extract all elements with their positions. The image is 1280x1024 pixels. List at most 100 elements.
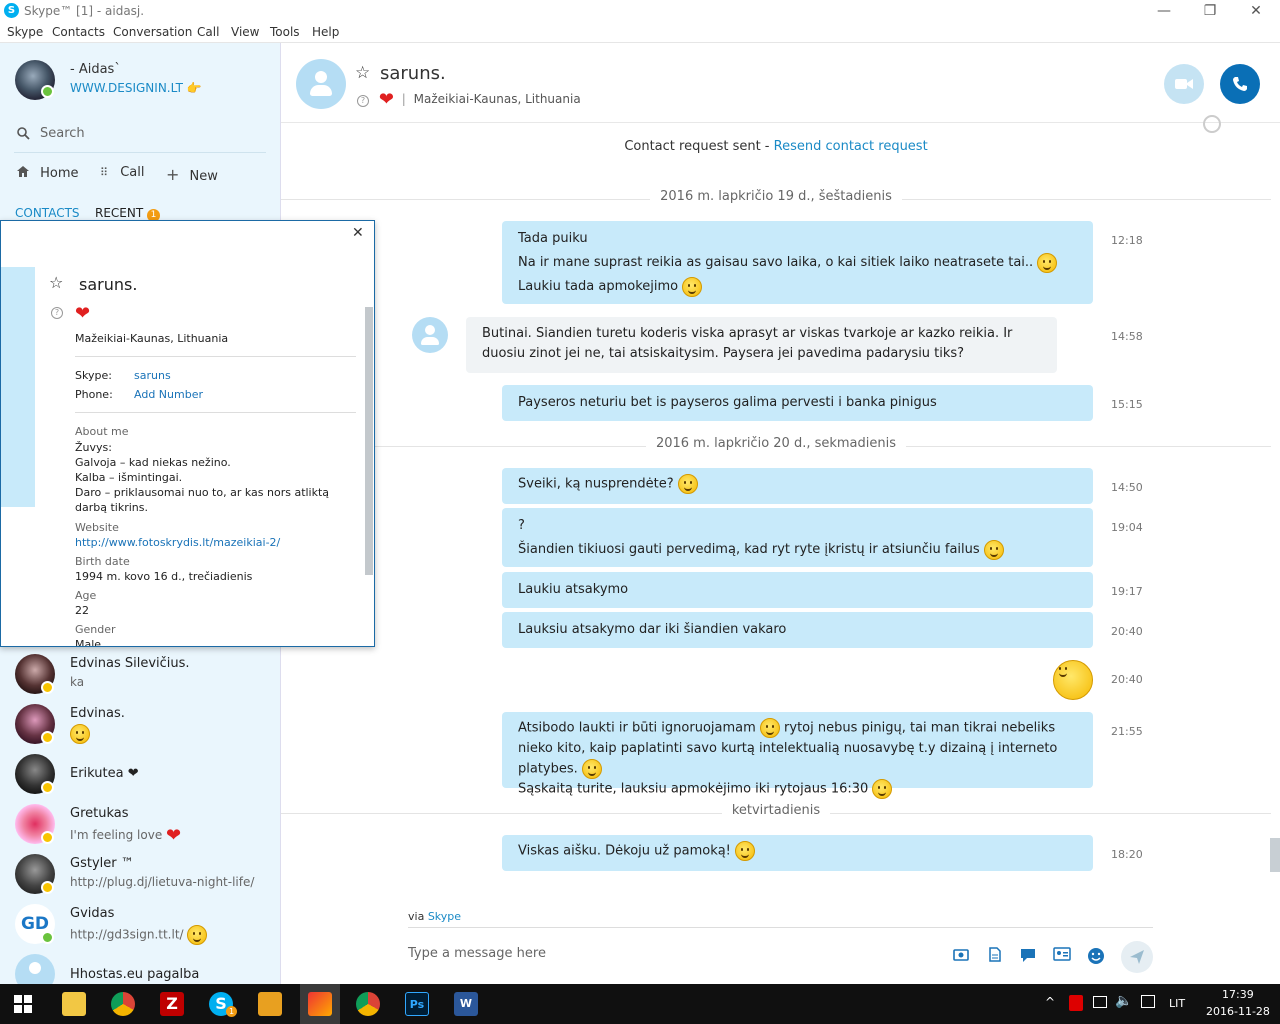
contact-item[interactable]: GD Gvidas http://gd3sign.tt.lt/: [0, 904, 280, 954]
phone-label: Phone:: [75, 388, 113, 401]
heart-icon: ❤: [166, 825, 182, 846]
menu-help[interactable]: Help: [312, 25, 339, 39]
add-number-link[interactable]: Add Number: [134, 388, 203, 401]
popup-scrollbar[interactable]: [365, 307, 373, 575]
antivirus-tray-icon[interactable]: [1069, 995, 1083, 1011]
message-bubble-outgoing[interactable]: Sveiki, ką nusprendėte?: [502, 468, 1093, 504]
contact-name: saruns.: [380, 63, 446, 84]
search-icon: [17, 127, 30, 140]
divider: [75, 412, 356, 413]
send-file-icon[interactable]: [986, 947, 1004, 963]
message-line: Na ir mane suprast reikia as gaisau savo…: [518, 251, 1077, 275]
message-bubble-outgoing[interactable]: Payseros neturiu bet is payseros galima …: [502, 385, 1093, 421]
contact-item[interactable]: Edvinas.: [0, 704, 280, 754]
phone-icon: [1233, 77, 1247, 91]
volume-icon[interactable]: 🔈: [1115, 993, 1132, 1009]
star-icon[interactable]: ☆: [49, 273, 63, 292]
away-status-icon: [41, 831, 54, 844]
menu-contacts[interactable]: Contacts: [52, 25, 105, 39]
my-mood[interactable]: WWW.DESIGNIN.LT 👉: [70, 81, 202, 95]
contact-item[interactable]: Edvinas Silevičius. ka: [0, 654, 280, 704]
tray-overflow-icon[interactable]: ^: [1045, 995, 1055, 1009]
message-bubble-outgoing[interactable]: Tada puiku Na ir mane suprast reikia as …: [502, 221, 1093, 304]
contact-name: Erikutea ❤: [70, 766, 139, 781]
via-skype-label: via Skype: [408, 910, 461, 923]
star-icon[interactable]: ☆: [355, 63, 370, 83]
language-indicator[interactable]: LIT: [1169, 997, 1185, 1010]
contact-item[interactable]: Gstyler ™ http://plug.dj/lietuva-night-l…: [0, 854, 280, 904]
help-icon[interactable]: ?: [51, 307, 63, 319]
menu-skype[interactable]: Skype: [7, 25, 43, 39]
divider: [75, 356, 356, 357]
date-separator-text: 2016 m. lapkričio 20 d., sekmadienis: [645, 436, 907, 451]
chrome-icon[interactable]: [111, 992, 135, 1016]
action-center-icon[interactable]: [1141, 995, 1155, 1008]
clock-date[interactable]: 2016-11-28: [1206, 1005, 1270, 1018]
resend-request-link[interactable]: Resend contact request: [774, 139, 928, 154]
message-line: Šiandien tikiuosi gauti pervedimą, kad r…: [518, 538, 1077, 562]
date-separator: ketvirtadienis: [281, 803, 1271, 823]
contact-item[interactable]: Gretukas I'm feeling love ❤: [0, 804, 280, 854]
close-popup-icon[interactable]: ✕: [352, 225, 364, 241]
via-skype-link[interactable]: Skype: [428, 910, 461, 923]
filezilla-icon[interactable]: Z: [160, 992, 184, 1016]
smiley-icon: [872, 779, 893, 799]
menu-call[interactable]: Call: [197, 25, 219, 39]
photoshop-icon[interactable]: Ps: [405, 992, 429, 1016]
message-input[interactable]: Type a message here: [408, 946, 546, 961]
send-button[interactable]: [1121, 941, 1153, 973]
nav-new-label: New: [189, 169, 218, 184]
about-label: About me: [75, 425, 129, 438]
help-icon[interactable]: ?: [357, 95, 369, 107]
smiley-icon: [187, 925, 208, 945]
contact-avatar[interactable]: [296, 59, 346, 109]
menu-conversation[interactable]: Conversation: [113, 25, 192, 39]
clock-time[interactable]: 17:39: [1222, 988, 1254, 1001]
smiley-icon: [70, 724, 90, 744]
media-player-icon[interactable]: [258, 992, 282, 1016]
contact-name: Gretukas: [70, 806, 129, 821]
tab-contacts[interactable]: CONTACTS: [15, 206, 80, 220]
website-link[interactable]: http://www.fotoskrydis.lt/mazeikiai-2/: [75, 536, 280, 549]
search-box[interactable]: Search: [14, 123, 266, 153]
away-status-icon: [41, 881, 54, 894]
separator: |: [401, 92, 406, 106]
date-separator: 2016 m. lapkričio 20 d., sekmadienis: [281, 436, 1271, 456]
nav-new[interactable]: + New: [166, 165, 218, 184]
about-line: Galvoja – kad niekas nežino.: [75, 456, 231, 469]
video-call-button[interactable]: [1164, 64, 1204, 104]
windows-start-icon[interactable]: [14, 995, 32, 1013]
message-bubble-outgoing[interactable]: Laukiu atsakymo: [502, 572, 1093, 608]
nav-home[interactable]: Home: [16, 165, 79, 181]
skype-name-value[interactable]: saruns: [134, 369, 171, 382]
message-bubble-outgoing[interactable]: Lauksiu atsakymo dar iki šiandien vakaro: [502, 612, 1093, 648]
contact-item[interactable]: Erikutea ❤: [0, 754, 280, 804]
close-window-button[interactable]: ✕: [1234, 1, 1278, 21]
menu-view[interactable]: View: [231, 25, 259, 39]
message-bubble-incoming[interactable]: Butinai. Siandien turetu koderis viska a…: [466, 317, 1057, 373]
profile-avatar-panel: [1, 267, 35, 507]
minimize-button[interactable]: —: [1142, 1, 1186, 21]
message-time: 12:18: [1111, 234, 1143, 247]
profile-name: saruns.: [79, 275, 138, 294]
message-bubble-outgoing[interactable]: ? Šiandien tikiuosi gauti pervedimą, kad…: [502, 508, 1093, 567]
send-photo-icon[interactable]: [952, 947, 970, 963]
scrollbar-thumb[interactable]: [1270, 838, 1280, 872]
file-explorer-icon[interactable]: [62, 992, 86, 1016]
restore-button[interactable]: ❐: [1188, 1, 1232, 21]
active-app-highlight[interactable]: [300, 984, 340, 1024]
chrome-icon[interactable]: [356, 992, 380, 1016]
globe-icon[interactable]: [1203, 115, 1221, 133]
video-message-icon[interactable]: [1019, 947, 1037, 963]
send-contacts-icon[interactable]: [1053, 947, 1071, 963]
message-bubble-outgoing[interactable]: Atsibodo laukti ir būti ignoruojamam ryt…: [502, 712, 1093, 799]
menu-tools[interactable]: Tools: [270, 25, 300, 39]
network-icon[interactable]: [1093, 996, 1107, 1008]
audio-call-button[interactable]: [1220, 64, 1260, 104]
my-name[interactable]: - Aidas`: [70, 62, 121, 77]
nav-call[interactable]: ⠿ Call: [100, 165, 144, 180]
message-bubble-outgoing[interactable]: Viskas aišku. Dėkoju už pamoką!: [502, 835, 1093, 871]
emoticons-icon[interactable]: [1087, 947, 1105, 964]
message-line: ?: [518, 518, 525, 533]
word-icon[interactable]: W: [454, 992, 478, 1016]
